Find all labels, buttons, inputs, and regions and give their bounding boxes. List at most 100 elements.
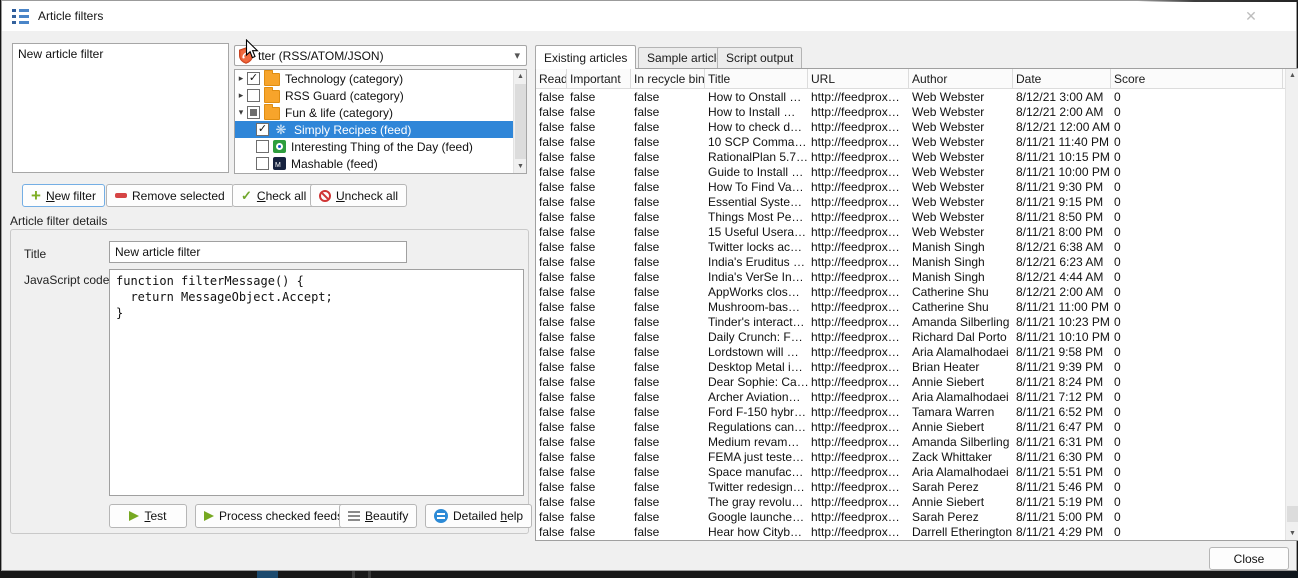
tree-item-simply-recipes-feed[interactable]: ✓❋Simply Recipes (feed) [235, 121, 513, 138]
cell-score: 0 [1111, 285, 1283, 300]
article-row[interactable]: falsefalsefalseDesktop Metal i…http://fe… [536, 360, 1285, 375]
articles-table-scrollbar[interactable]: ▲ ▼ [1285, 69, 1298, 540]
test-button[interactable]: Test [109, 504, 187, 528]
title-input[interactable] [109, 241, 407, 263]
article-row[interactable]: falsefalsefalseTwitter locks ac…http://f… [536, 240, 1285, 255]
new-filter-button[interactable]: + New filter [22, 184, 105, 207]
detailed-help-button[interactable]: Detailed help [425, 504, 532, 528]
feed-tree[interactable]: ▸✓Technology (category)▸RSS Guard (categ… [234, 69, 527, 174]
checkbox-unchecked[interactable] [256, 157, 269, 170]
cell-important: false [567, 240, 631, 255]
column-header-author[interactable]: Author [909, 69, 1013, 89]
scroll-down-icon[interactable]: ▼ [514, 160, 527, 173]
account-dropdown[interactable]: tter (RSS/ATOM/JSON) ▾ [234, 45, 527, 66]
cell-in-recycle-bin: false [631, 195, 705, 210]
cell-score: 0 [1111, 525, 1283, 540]
article-row[interactable]: falsefalsefalseTinder's interact…http://… [536, 315, 1285, 330]
checkbox-checked[interactable]: ✓ [247, 72, 260, 85]
checkbox-partial[interactable] [247, 106, 260, 119]
article-row[interactable]: falsefalsefalseHear how Cityb…http://fee… [536, 525, 1285, 540]
article-row[interactable]: falsefalsefalseGoogle launche…http://fee… [536, 510, 1285, 525]
uncheck-all-button[interactable]: Uncheck all [310, 184, 407, 207]
close-icon[interactable]: ✕ [1242, 7, 1260, 25]
close-button[interactable]: Close [1209, 547, 1289, 570]
article-row[interactable]: falsefalsefalseSpace manufac…http://feed… [536, 465, 1285, 480]
chevron-down-icon[interactable]: ▾ [514, 49, 520, 62]
article-row[interactable]: falsefalsefalseEssential Syste…http://fe… [536, 195, 1285, 210]
article-row[interactable]: falsefalsefalseHow to Install …http://fe… [536, 105, 1285, 120]
javascript-code-editor[interactable]: function filterMessage() { return Messag… [109, 269, 524, 496]
article-row[interactable]: falsefalsefalseMedium revam…http://feedp… [536, 435, 1285, 450]
cell-title: Things Most Pe… [705, 210, 808, 225]
tree-item-rss-guard-category[interactable]: ▸RSS Guard (category) [235, 87, 513, 104]
article-row[interactable]: falsefalsefalse15 Useful Usera…http://fe… [536, 225, 1285, 240]
cell-title: Archer Aviation… [705, 390, 808, 405]
cell-in-recycle-bin: false [631, 300, 705, 315]
tree-item-mashable-feed[interactable]: MMashable (feed) [235, 155, 513, 172]
article-row[interactable]: falsefalsefalseThings Most Pe…http://fee… [536, 210, 1285, 225]
article-row[interactable]: falsefalsefalseMushroom-bas…http://feedp… [536, 300, 1285, 315]
scroll-up-icon[interactable]: ▲ [1286, 69, 1298, 82]
article-row[interactable]: falsefalsefalseRegulations can…http://fe… [536, 420, 1285, 435]
cell-read: false [536, 135, 567, 150]
remove-selected-button[interactable]: Remove selected [106, 184, 234, 207]
tree-item-interesting-thing-of-the-day-feed[interactable]: Interesting Thing of the Day (feed) [235, 138, 513, 155]
feed-tree-scrollbar[interactable]: ▲ ▼ [513, 70, 526, 173]
cell-important: false [567, 345, 631, 360]
chevron-collapsed-icon[interactable]: ▸ [235, 90, 247, 101]
article-row[interactable]: falsefalsefalseDear Sophie: Ca…http://fe… [536, 375, 1285, 390]
scroll-up-icon[interactable]: ▲ [514, 70, 527, 83]
chevron-expanded-icon[interactable]: ▾ [235, 107, 247, 118]
scrollbar-thumb[interactable] [515, 84, 526, 159]
tab-script-output[interactable]: Script output [717, 47, 802, 68]
filters-list[interactable]: New article filter [12, 43, 229, 173]
article-row[interactable]: falsefalsefalseFord F-150 hybr…http://fe… [536, 405, 1285, 420]
cell-important: false [567, 195, 631, 210]
article-row[interactable]: falsefalsefalseRationalPlan 5.7…http://f… [536, 150, 1285, 165]
cell-important: false [567, 135, 631, 150]
article-row[interactable]: falsefalsefalseTwitter redesign…http://f… [536, 480, 1285, 495]
tree-item-fun-life-category[interactable]: ▾Fun & life (category) [235, 104, 513, 121]
scrollbar-thumb[interactable] [1287, 506, 1298, 522]
tree-item-label: Technology (category) [285, 72, 403, 86]
filters-list-item[interactable]: New article filter [13, 44, 228, 64]
test-label: Test [144, 509, 166, 523]
chevron-collapsed-icon[interactable]: ▸ [235, 73, 247, 84]
cell-important: false [567, 315, 631, 330]
article-row[interactable]: falsefalsefalseDaily Crunch: F…http://fe… [536, 330, 1285, 345]
article-row[interactable]: falsefalsefalseLordstown will …http://fe… [536, 345, 1285, 360]
beautify-button[interactable]: Beautify [339, 504, 417, 528]
cell-important: false [567, 375, 631, 390]
article-row[interactable]: falsefalsefalseIndia's Eruditus …http://… [536, 255, 1285, 270]
article-row[interactable]: falsefalsefalseHow To Find Va…http://fee… [536, 180, 1285, 195]
column-header-url[interactable]: URL [808, 69, 909, 89]
tab-existing-articles[interactable]: Existing articles [535, 45, 636, 69]
scroll-down-icon[interactable]: ▼ [1286, 527, 1298, 540]
column-header-title[interactable]: Title [705, 69, 808, 89]
process-checked-feeds-button[interactable]: Process checked feeds [195, 504, 352, 528]
column-header-read[interactable]: Read [536, 69, 567, 89]
column-header-important[interactable]: Important [567, 69, 631, 89]
cell-title: Twitter locks ac… [705, 240, 808, 255]
article-row[interactable]: falsefalsefalseFEMA just teste…http://fe… [536, 450, 1285, 465]
article-row[interactable]: falsefalsefalseHow to Onstall …http://fe… [536, 90, 1285, 105]
checkbox-checked[interactable]: ✓ [256, 123, 269, 136]
article-row[interactable]: falsefalsefalseIndia's VerSe In…http://f… [536, 270, 1285, 285]
column-header-date[interactable]: Date [1013, 69, 1111, 89]
cell-score: 0 [1111, 240, 1283, 255]
article-row[interactable]: falsefalsefalseArcher Aviation…http://fe… [536, 390, 1285, 405]
article-row[interactable]: falsefalsefalse10 SCP Comma…http://feedp… [536, 135, 1285, 150]
article-row[interactable]: falsefalsefalseHow to check d…http://fee… [536, 120, 1285, 135]
tree-item-technology-category[interactable]: ▸✓ Technology (category) [235, 70, 513, 87]
article-row[interactable]: falsefalsefalseGuide to Install …http://… [536, 165, 1285, 180]
cell-title: Ford F-150 hybr… [705, 405, 808, 420]
check-all-button[interactable]: ✓ Check all [232, 184, 315, 207]
column-header-in-recycle-bin[interactable]: In recycle bin [631, 69, 705, 89]
column-header-score[interactable]: Score [1111, 69, 1283, 89]
cell-url: http://feedprox… [808, 225, 909, 240]
checkbox-unchecked[interactable] [256, 140, 269, 153]
checkbox-unchecked[interactable] [247, 89, 260, 102]
background-left-edge [0, 0, 2, 578]
article-row[interactable]: falsefalsefalseThe gray revolu…http://fe… [536, 495, 1285, 510]
article-row[interactable]: falsefalsefalseAppWorks clos…http://feed… [536, 285, 1285, 300]
